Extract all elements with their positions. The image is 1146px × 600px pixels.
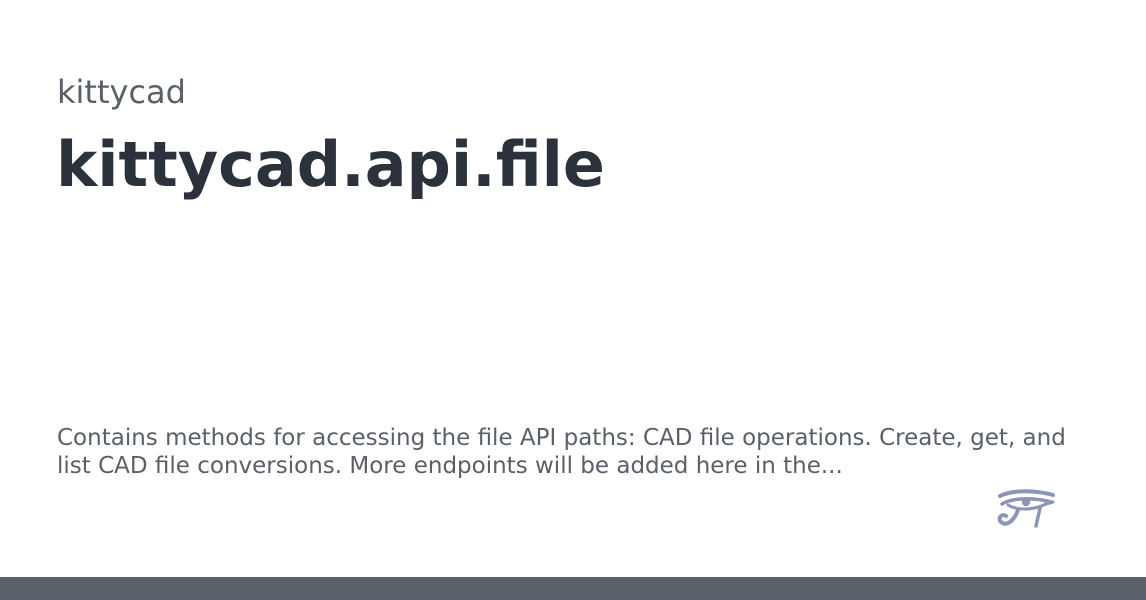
package-name: kittycad <box>57 73 186 111</box>
eye-of-horus-icon <box>997 489 1055 528</box>
page-title: kittycad.api.file <box>56 128 605 201</box>
bottom-bar <box>0 577 1146 600</box>
module-description: Contains methods for accessing the file … <box>57 425 1066 479</box>
social-preview-card: kittycad kittycad.api.file Contains meth… <box>0 0 1146 600</box>
